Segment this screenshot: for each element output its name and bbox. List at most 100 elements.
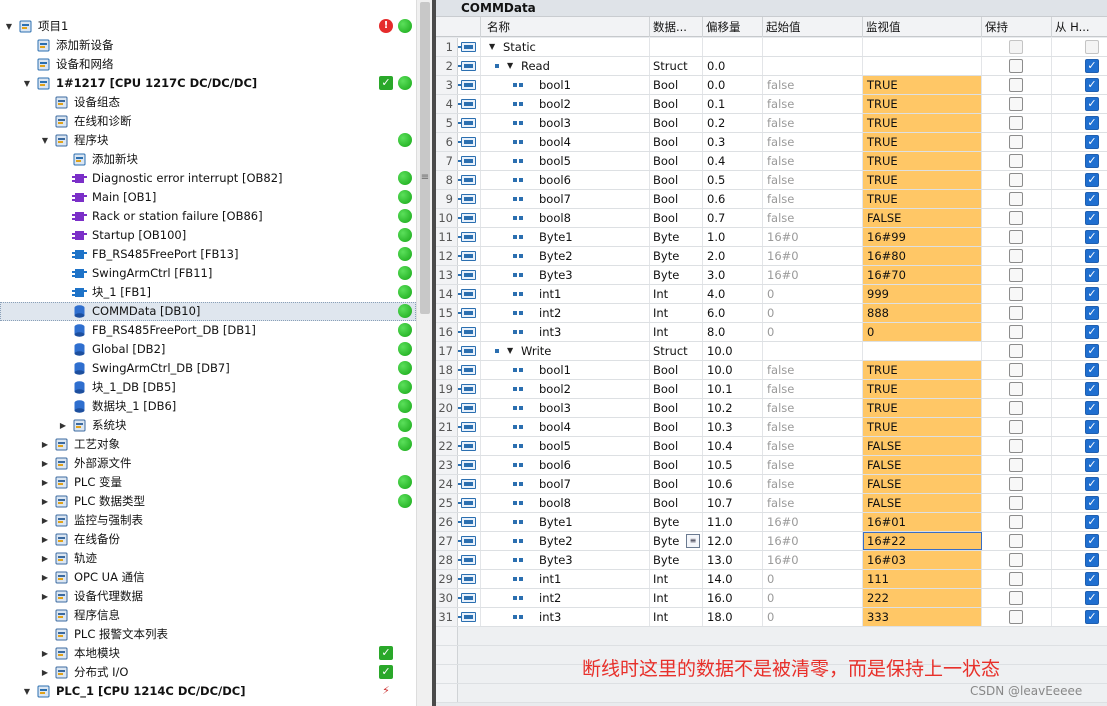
table-row[interactable]: 15 int2 Int 6.0 0 888 ✓ [436, 304, 1107, 323]
table-row[interactable]: 28 Byte3 Byte 13.0 16#0 16#03 ✓ [436, 551, 1107, 570]
table-row[interactable]: 5 bool3 Bool 0.2 false TRUE ✓ [436, 114, 1107, 133]
variable-name-cell[interactable]: Byte2 [481, 247, 650, 265]
table-row[interactable]: 7 bool5 Bool 0.4 false TRUE ✓ [436, 152, 1107, 171]
variable-name-cell[interactable]: bool7 [481, 190, 650, 208]
monitor-value-cell[interactable]: TRUE [863, 76, 982, 94]
datatype-cell[interactable]: Int [650, 323, 703, 341]
table-row[interactable]: 25 bool8 Bool 10.7 false FALSE ✓ [436, 494, 1107, 513]
retain-checkbox[interactable] [1009, 268, 1023, 282]
accessible-from-hmi-checkbox[interactable] [1085, 40, 1099, 54]
datatype-cell[interactable]: Bool [650, 475, 703, 493]
retain-checkbox[interactable] [1009, 154, 1023, 168]
accessible-from-hmi-checkbox[interactable]: ✓ [1085, 515, 1099, 529]
retain-checkbox[interactable] [1009, 534, 1023, 548]
tree-item[interactable]: COMMData [DB10] [0, 302, 416, 321]
scrollbar-thumb[interactable] [420, 2, 430, 314]
datatype-cell[interactable]: Byte [650, 551, 703, 569]
tree-item[interactable]: ▼ PLC_1 [CPU 1214C DC/DC/DC] ⚡ [0, 682, 416, 701]
accessible-from-hmi-checkbox[interactable]: ✓ [1085, 59, 1099, 73]
table-row[interactable]: 30 int2 Int 16.0 0 222 ✓ [436, 589, 1107, 608]
monitor-value-cell[interactable]: 888 [863, 304, 982, 322]
monitor-value-cell[interactable]: 16#80 [863, 247, 982, 265]
datatype-cell[interactable]: Int [650, 570, 703, 588]
start-value-cell[interactable]: false [763, 380, 863, 398]
expand-arrow-icon[interactable]: ▶ [40, 435, 50, 454]
variable-name-cell[interactable]: int2 [481, 304, 650, 322]
tree-item[interactable]: FB_RS485FreePort_DB [DB1] [0, 321, 416, 340]
table-row[interactable]: 29 int1 Int 14.0 0 111 ✓ [436, 570, 1107, 589]
tree-item[interactable]: ▼ 程序块 [0, 131, 416, 150]
variable-name-cell[interactable]: bool7 [481, 475, 650, 493]
retain-checkbox[interactable] [1009, 515, 1023, 529]
accessible-from-hmi-checkbox[interactable]: ✓ [1085, 192, 1099, 206]
monitor-value-cell[interactable]: 222 [863, 589, 982, 607]
monitor-value-cell[interactable]: FALSE [863, 494, 982, 512]
tree-item[interactable]: ▶ 分布式 I/O ✓ [0, 663, 416, 682]
variable-name-cell[interactable]: bool6 [481, 456, 650, 474]
table-row[interactable]: 19 bool2 Bool 10.1 false TRUE ✓ [436, 380, 1107, 399]
datatype-cell[interactable]: Bool [650, 399, 703, 417]
accessible-from-hmi-checkbox[interactable]: ✓ [1085, 496, 1099, 510]
variable-name-cell[interactable]: int1 [481, 570, 650, 588]
start-value-cell[interactable]: false [763, 95, 863, 113]
table-row[interactable]: 23 bool6 Bool 10.5 false FALSE ✓ [436, 456, 1107, 475]
monitor-value-cell[interactable]: 333 [863, 608, 982, 626]
accessible-from-hmi-checkbox[interactable]: ✓ [1085, 534, 1099, 548]
retain-checkbox[interactable] [1009, 439, 1023, 453]
header-monitor-value[interactable]: 监视值 [863, 17, 982, 37]
table-row[interactable]: 4 bool2 Bool 0.1 false TRUE ✓ [436, 95, 1107, 114]
variable-name-cell[interactable]: int1 [481, 285, 650, 303]
retain-checkbox[interactable] [1009, 97, 1023, 111]
retain-checkbox[interactable] [1009, 496, 1023, 510]
variable-name-cell[interactable]: Byte2 [481, 532, 650, 550]
datatype-cell[interactable]: Bool [650, 76, 703, 94]
retain-checkbox[interactable] [1009, 591, 1023, 605]
retain-checkbox[interactable] [1009, 59, 1023, 73]
datatype-cell[interactable]: Bool [650, 114, 703, 132]
table-row[interactable]: 12 Byte2 Byte 2.0 16#0 16#80 ✓ [436, 247, 1107, 266]
datatype-cell[interactable]: Int [650, 608, 703, 626]
start-value-cell[interactable]: 0 [763, 570, 863, 588]
accessible-from-hmi-checkbox[interactable]: ✓ [1085, 382, 1099, 396]
start-value-cell[interactable]: false [763, 152, 863, 170]
table-row[interactable]: 13 Byte3 Byte 3.0 16#0 16#70 ✓ [436, 266, 1107, 285]
monitor-value-cell[interactable]: 999 [863, 285, 982, 303]
datatype-cell[interactable]: Bool [650, 171, 703, 189]
variable-name-cell[interactable]: bool3 [481, 114, 650, 132]
retain-checkbox[interactable] [1009, 135, 1023, 149]
accessible-from-hmi-checkbox[interactable]: ✓ [1085, 287, 1099, 301]
retain-checkbox[interactable] [1009, 420, 1023, 434]
table-row[interactable]: 31 int3 Int 18.0 0 333 ✓ [436, 608, 1107, 627]
tree-item[interactable]: 设备组态 [0, 93, 416, 112]
variable-name-cell[interactable]: Byte1 [481, 513, 650, 531]
table-row[interactable]: 24 bool7 Bool 10.6 false FALSE ✓ [436, 475, 1107, 494]
tree-item[interactable]: ▶ 设备代理数据 [0, 587, 416, 606]
datatype-picker-icon[interactable]: ≡ [686, 534, 700, 548]
expand-arrow-icon[interactable]: ▶ [40, 473, 50, 492]
variable-name-cell[interactable]: ▼ Write [481, 342, 650, 360]
variable-name-cell[interactable]: int3 [481, 323, 650, 341]
variable-name-cell[interactable]: bool1 [481, 361, 650, 379]
collapse-arrow-icon[interactable]: ▼ [40, 131, 50, 150]
datatype-cell[interactable]: Bool [650, 133, 703, 151]
expand-arrow-icon[interactable]: ▶ [40, 644, 50, 663]
accessible-from-hmi-checkbox[interactable]: ✓ [1085, 154, 1099, 168]
datatype-cell[interactable]: Bool [650, 494, 703, 512]
expand-arrow-icon[interactable]: ▶ [40, 511, 50, 530]
variable-name-cell[interactable]: bool6 [481, 171, 650, 189]
header-offset[interactable]: 偏移量 [703, 17, 763, 37]
variable-name-cell[interactable]: int2 [481, 589, 650, 607]
retain-checkbox[interactable] [1009, 306, 1023, 320]
accessible-from-hmi-checkbox[interactable]: ✓ [1085, 610, 1099, 624]
monitor-value-cell[interactable]: 16#99 [863, 228, 982, 246]
expand-arrow-icon[interactable]: ▶ [58, 416, 68, 435]
retain-checkbox[interactable] [1009, 40, 1023, 54]
header-accessible-from-hmi[interactable]: 从 H... [1052, 17, 1107, 37]
variable-name-cell[interactable]: Byte3 [481, 266, 650, 284]
monitor-value-cell[interactable]: 0 [863, 323, 982, 341]
variable-name-cell[interactable]: bool8 [481, 209, 650, 227]
expand-arrow-icon[interactable]: ▶ [40, 530, 50, 549]
accessible-from-hmi-checkbox[interactable]: ✓ [1085, 420, 1099, 434]
accessible-from-hmi-checkbox[interactable]: ✓ [1085, 344, 1099, 358]
tree-item[interactable]: 程序信息 [0, 606, 416, 625]
